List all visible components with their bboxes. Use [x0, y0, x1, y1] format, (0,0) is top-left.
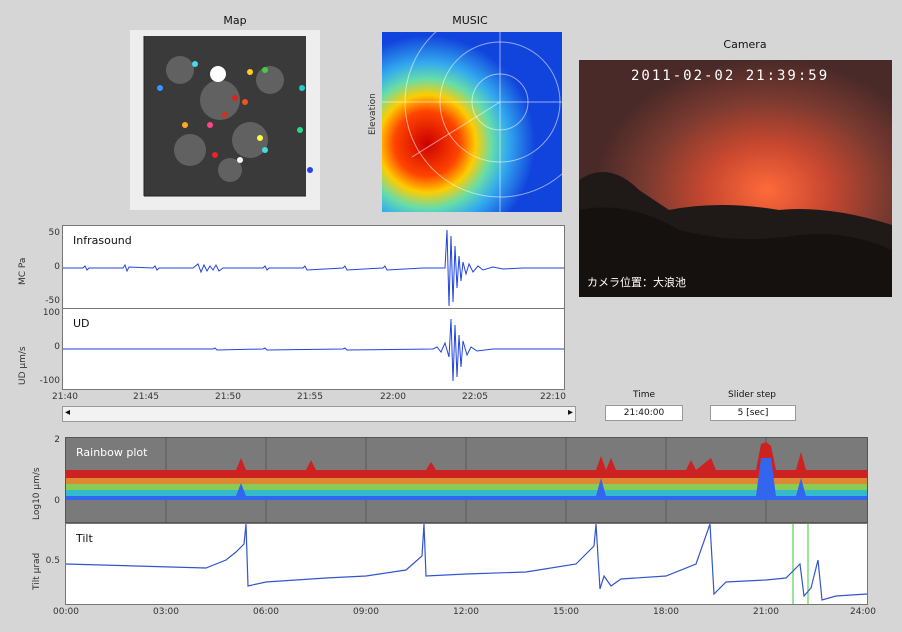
ud-ytick: -100 — [39, 376, 60, 386]
infrasound-ytick: 0 — [54, 262, 60, 272]
infrasound-plot[interactable]: Infrasound — [62, 225, 565, 309]
rainbow-bands — [66, 438, 867, 522]
rainbow-label: Rainbow plot — [76, 446, 148, 459]
bottom-xtick: 24:00 — [850, 607, 876, 617]
camera-timestamp: 2011-02-02 21:39:59 — [631, 68, 830, 84]
rainbow-ylabel: Log10 μm/s — [32, 467, 42, 520]
infrasound-ytick: -50 — [45, 296, 60, 306]
map-image — [143, 36, 313, 197]
music-panel[interactable] — [382, 6, 596, 212]
waveform-xtick: 21:50 — [215, 392, 241, 402]
camera-title: Camera — [723, 38, 767, 51]
bottom-xtick: 00:00 — [53, 607, 79, 617]
bottom-xtick: 21:00 — [753, 607, 779, 617]
ud-plot[interactable]: UD — [62, 308, 565, 390]
time-field[interactable]: 21:40:00 — [605, 405, 683, 421]
time-slider[interactable]: ◂ ▸ — [62, 406, 576, 422]
ud-label: UD — [73, 317, 90, 330]
ud-ytick: 100 — [42, 308, 60, 318]
slider-step-field[interactable]: 5 [sec] — [710, 405, 796, 421]
waveform-xtick: 22:10 — [540, 392, 566, 402]
infrasound-label: Infrasound — [73, 234, 132, 247]
bottom-xtick: 03:00 — [153, 607, 179, 617]
tilt-ytick: 0.5 — [45, 556, 60, 566]
rainbow-plot[interactable]: Rainbow plot — [65, 437, 868, 523]
rainbow-ytick: 2 — [54, 435, 60, 445]
music-heatmap — [382, 6, 596, 212]
ud-ylabel: UD μm/s — [18, 346, 28, 385]
map-title: Map — [223, 14, 247, 27]
music-ylabel: Elevation — [368, 93, 378, 135]
map-panel[interactable] — [130, 30, 320, 210]
waveform-xtick: 21:55 — [297, 392, 323, 402]
waveform-xtick: 22:00 — [380, 392, 406, 402]
waveform-xtick: 21:40 — [52, 392, 78, 402]
slider-step-label: Slider step — [728, 390, 776, 400]
ud-ytick: 0 — [54, 342, 60, 352]
bottom-xtick: 15:00 — [553, 607, 579, 617]
rainbow-ytick: 0 — [54, 496, 60, 506]
bottom-xtick: 18:00 — [653, 607, 679, 617]
bottom-xtick: 12:00 — [453, 607, 479, 617]
time-label: Time — [632, 390, 656, 400]
waveform-xtick: 22:05 — [462, 392, 488, 402]
infrasound-waveform — [63, 229, 564, 307]
camera-view[interactable]: 2011-02-02 21:39:59 カメラ位置：大浪池 — [579, 60, 892, 297]
infrasound-ylabel: MC Pa — [18, 257, 28, 285]
music-title: MUSIC — [452, 14, 488, 27]
camera-image — [579, 60, 892, 297]
tilt-label: Tilt — [76, 532, 93, 545]
waveform-xtick: 21:45 — [133, 392, 159, 402]
bottom-xtick: 06:00 — [253, 607, 279, 617]
tilt-curve — [65, 523, 868, 604]
bottom-xtick: 09:00 — [353, 607, 379, 617]
slider-right-arrow[interactable]: ▸ — [568, 407, 573, 418]
tilt-plot[interactable]: Tilt — [65, 523, 868, 605]
camera-caption: カメラ位置：大浪池 — [587, 276, 686, 289]
infrasound-ytick: 50 — [48, 228, 60, 238]
slider-left-arrow[interactable]: ◂ — [65, 407, 70, 418]
ud-waveform — [63, 318, 564, 382]
